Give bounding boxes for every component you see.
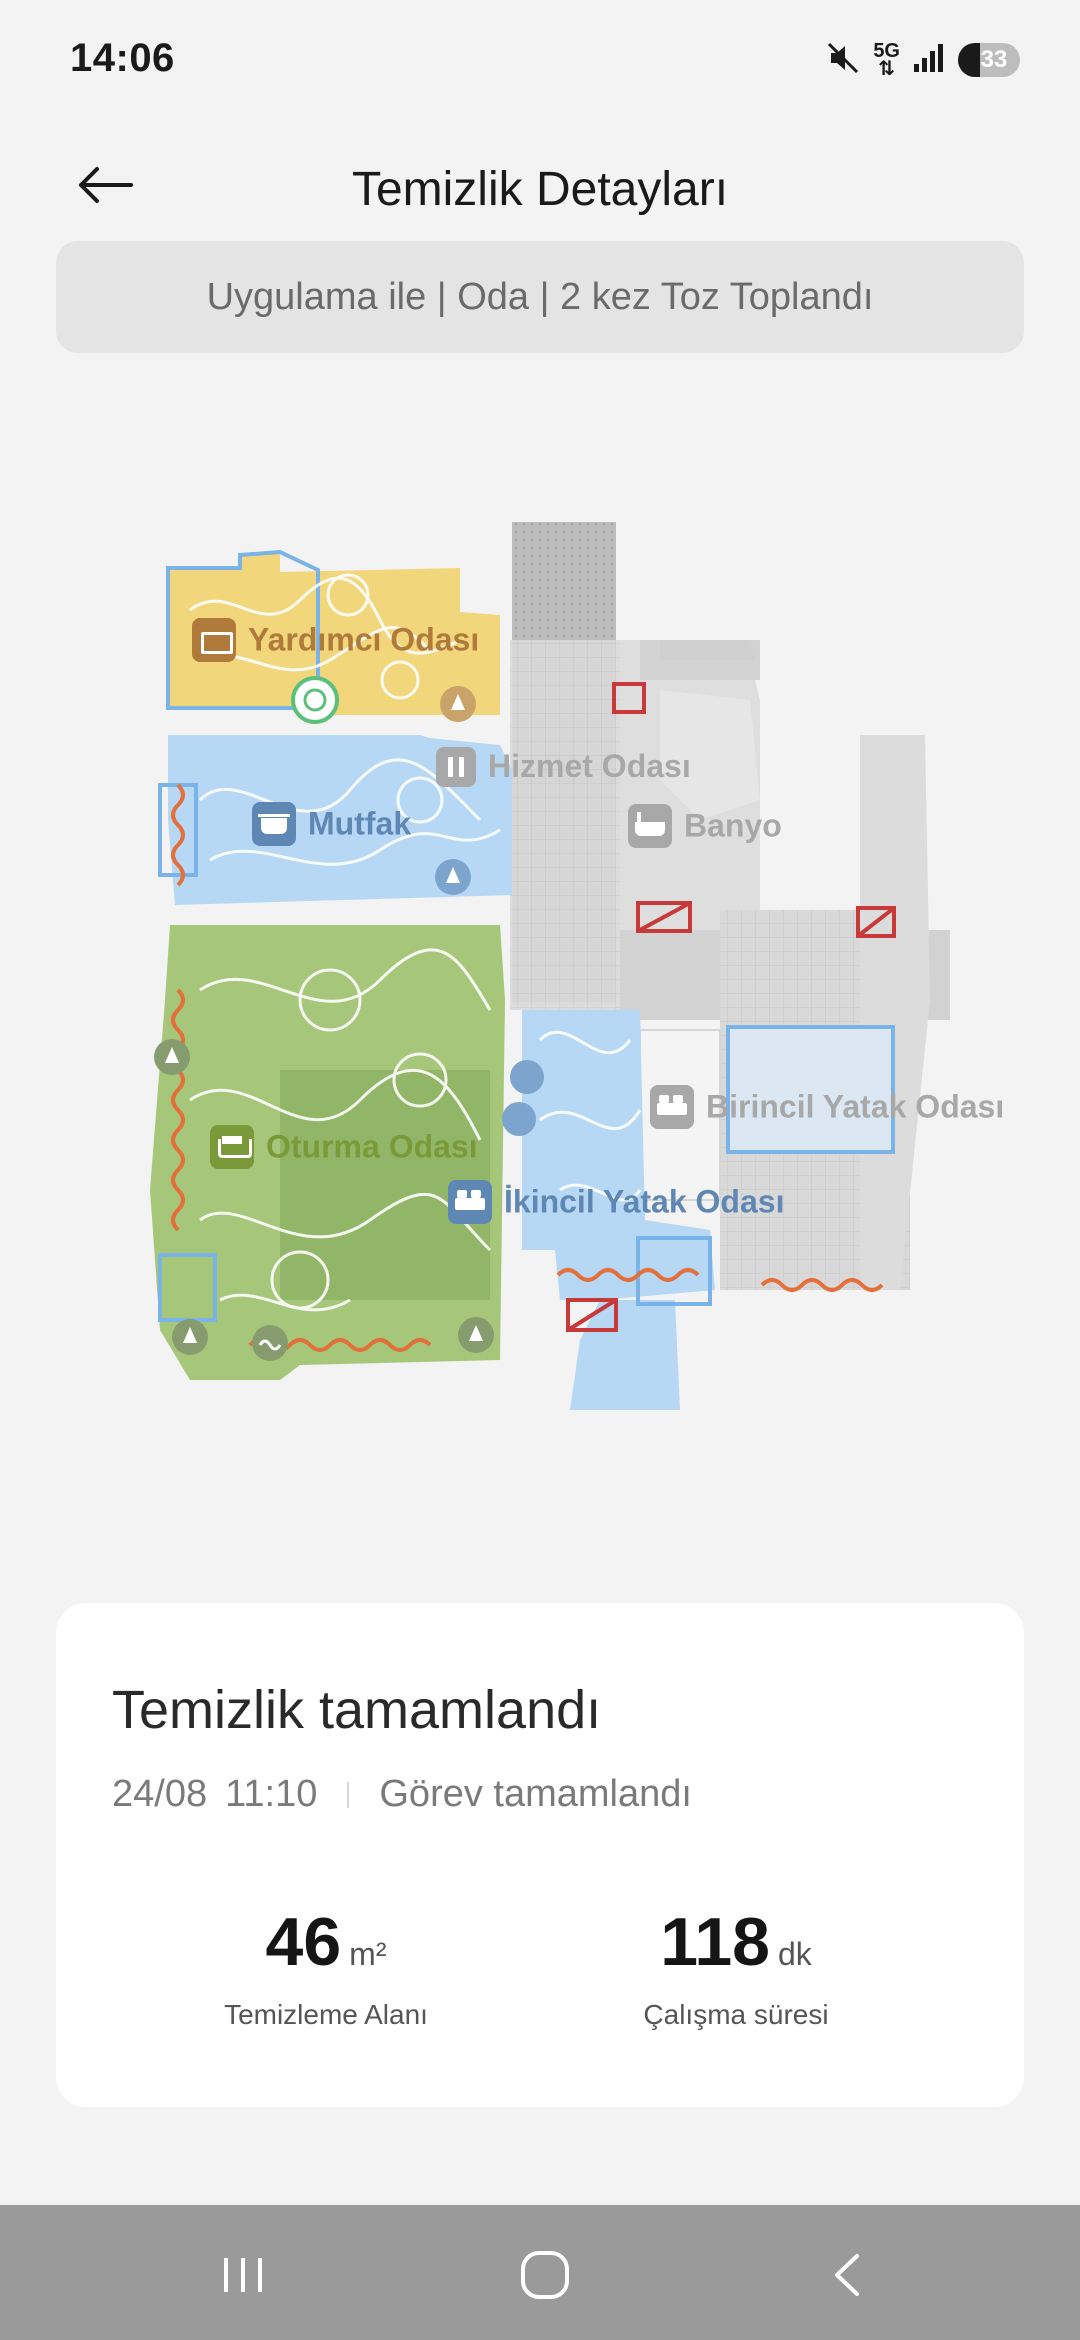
system-nav-bar <box>0 2205 1080 2340</box>
cleaning-date: 24/08 <box>112 1773 208 1815</box>
service-icon <box>436 746 476 787</box>
cleaning-time: 11:10 <box>225 1773 318 1815</box>
recents-icon <box>224 2258 262 2292</box>
home-button[interactable] <box>500 2240 590 2310</box>
room-ikincil-yatak-odasi[interactable]: İkincil Yatak Odası <box>448 1180 784 1224</box>
card-title: Temizlik tamamlandı <box>112 1680 602 1740</box>
cleaning-result-card: Temizlik tamamlandı 24/08 11:10 Görev ta… <box>56 1603 1024 2107</box>
room-hizmet-odasi[interactable]: Hizmet Odası <box>436 746 691 787</box>
card-meta: 24/08 11:10 Görev tamamlandı <box>112 1773 692 1816</box>
room-yardimci-odasi[interactable]: Yardımcı Odası <box>192 618 479 662</box>
room-banyo[interactable]: Banyo <box>628 804 782 848</box>
task-status: Görev tamamlandı <box>379 1773 692 1815</box>
status-bar: 14:06 5G ⇅ 33 <box>0 0 1080 120</box>
battery-icon: 33 <box>958 43 1020 77</box>
room-oturma-odasi[interactable]: Oturma Odası <box>210 1125 478 1169</box>
work-duration-stat: 118 dk Çalışma süresi <box>516 1903 956 2031</box>
area-value: 46 <box>265 1904 342 1980</box>
bathtub-icon <box>628 804 672 848</box>
bed-icon <box>448 1180 492 1224</box>
area-unit: m² <box>349 1936 387 1972</box>
storage-icon <box>192 618 236 662</box>
bed-icon <box>650 1085 694 1129</box>
home-icon <box>521 2251 569 2299</box>
cooking-pot-icon <box>252 802 296 846</box>
cleaning-summary-chip: Uygulama ile | Oda | 2 kez Toz Toplandı <box>56 241 1024 353</box>
east-wing-area <box>860 735 930 1290</box>
duration-value: 118 <box>660 1904 770 1980</box>
5g-icon: 5G ⇅ <box>873 40 900 80</box>
signal-icon <box>912 42 946 79</box>
area-label: Temizleme Alanı <box>224 1999 428 2030</box>
sofa-icon <box>210 1125 254 1169</box>
recents-button[interactable] <box>198 2240 288 2310</box>
duration-label: Çalışma süresi <box>643 1999 829 2030</box>
cleaning-map[interactable]: Yardımcı Odası Hizmet Odası Mutfak Banyo… <box>0 380 1080 1480</box>
header: Temizlik Detayları <box>0 120 1080 220</box>
nav-back-button[interactable] <box>803 2240 893 2310</box>
map-canvas <box>150 522 950 1410</box>
page-title: Temizlik Detayları <box>351 163 729 216</box>
charging-dock-icon <box>291 676 339 724</box>
cleaned-area-stat: 46 m² Temizleme Alanı <box>106 1903 546 2031</box>
duration-unit: dk <box>777 1936 812 1972</box>
room-birincil-yatak-odasi[interactable]: Birincil Yatak Odası <box>650 1085 1004 1129</box>
status-icons: 5G ⇅ 33 <box>825 40 1020 80</box>
status-time: 14:06 <box>70 36 175 80</box>
nav-back-icon <box>835 2254 859 2296</box>
room-mutfak[interactable]: Mutfak <box>252 802 411 846</box>
doorway <box>660 640 755 660</box>
mute-icon <box>825 40 861 81</box>
meta-divider <box>347 1781 350 1808</box>
